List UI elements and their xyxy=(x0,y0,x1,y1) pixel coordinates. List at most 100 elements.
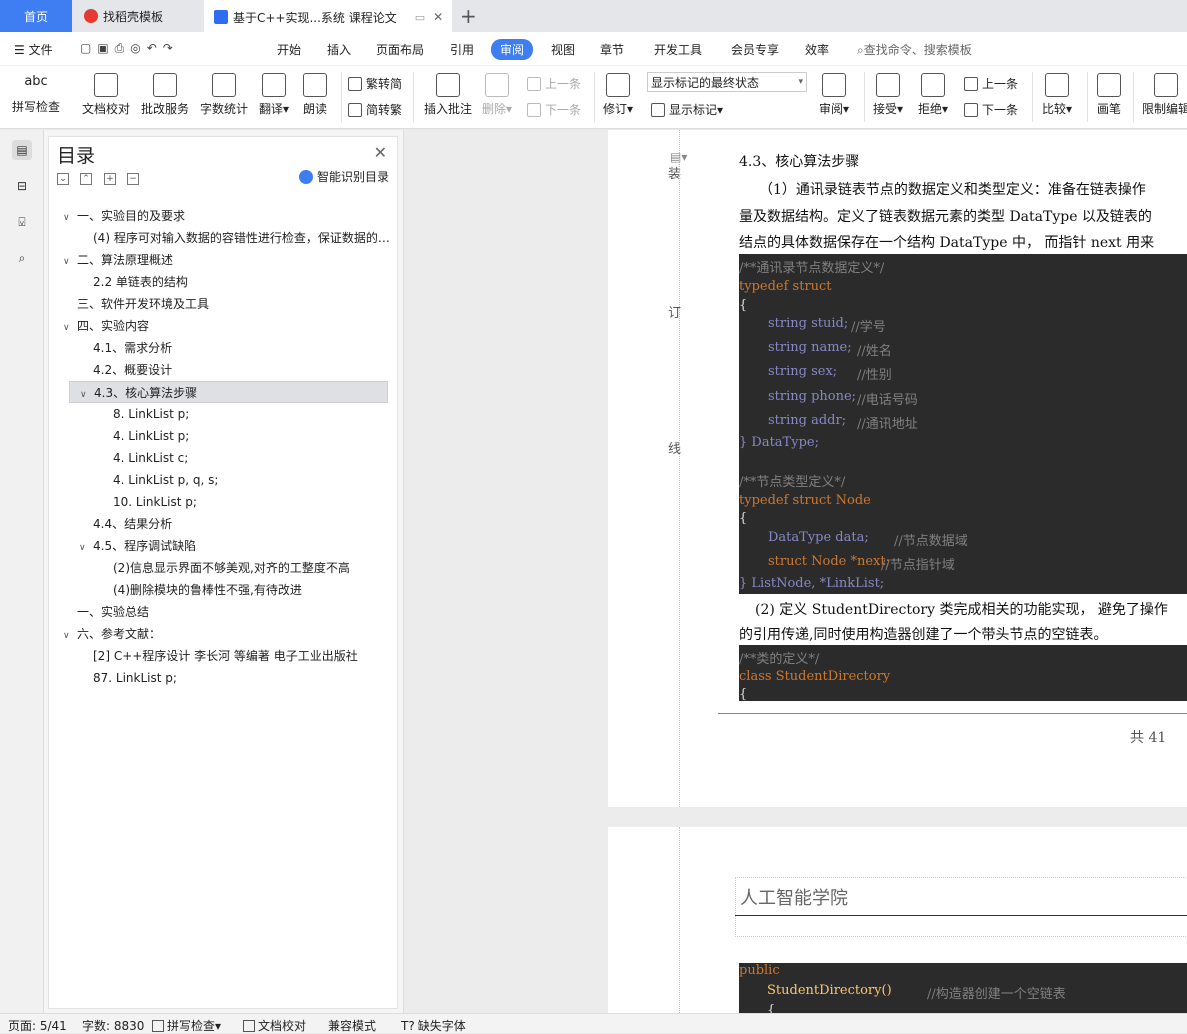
toc-item[interactable]: 2.2 单链表的结构 xyxy=(49,271,397,293)
toc-item[interactable]: ∨ 六、参考文献： xyxy=(49,623,397,645)
next-change-button[interactable]: 下一条 xyxy=(964,101,1018,118)
smart-toc-button[interactable]: 智能识别目录 xyxy=(298,168,389,185)
toc-item[interactable]: 4.1、需求分析 xyxy=(49,337,397,359)
menu-view[interactable]: 视图 xyxy=(551,41,575,58)
word-count-indicator[interactable]: 字数: 8830 xyxy=(82,1017,144,1034)
search-icon[interactable]: ⌕ xyxy=(12,248,32,268)
pen-label: 画笔 xyxy=(1097,102,1122,116)
chevron-down-icon[interactable]: ∨ xyxy=(80,384,94,402)
collapse-all-icon[interactable]: ⌄ xyxy=(57,173,69,185)
menu-member[interactable]: 会员专享 xyxy=(731,41,779,58)
toc-item[interactable]: (4) 程序可对输入数据的容错性进行检查，保证数据的正确性 xyxy=(49,227,397,249)
binding-line xyxy=(679,827,680,1013)
navigation-panel: 目录 ✕ ⌄ ⌃ + − 智能识别目录 ∨ 一、实验目的及要求 (4) 程序可对输入… xyxy=(44,130,404,1013)
toc-item[interactable]: 4. LinkList c; xyxy=(49,447,397,469)
menu-start[interactable]: 开始 xyxy=(277,41,301,58)
remove-heading-icon[interactable]: − xyxy=(127,173,139,185)
menu-developer[interactable]: 开发工具 xyxy=(654,41,702,58)
compat-mode: 兼容模式 xyxy=(328,1019,377,1033)
toc-item[interactable]: ∨ 4.5、程序调试缺陷 xyxy=(49,535,397,557)
show-markup-button[interactable]: 显示标记 ▾ xyxy=(651,101,723,118)
toc-item[interactable]: 4. LinkList p; xyxy=(49,425,397,447)
toc-item[interactable]: ∨ 二、算法原理概述 xyxy=(49,249,397,271)
chevron-down-icon[interactable]: ∨ xyxy=(63,251,77,271)
next-comment-icon xyxy=(527,102,541,117)
document-area: ▤▾ 装 订 线 4.3、核心算法步骤 （1）通讯录链表节点的数据定义和类型定义… xyxy=(404,130,1187,1013)
paragraph-line: 的引用传递,同时使用构造器创建了一个带头节点的空链表。 xyxy=(739,627,1108,643)
word-count-button[interactable]: 字数统计 xyxy=(200,73,248,117)
toc-item[interactable]: 一、实验总结 xyxy=(49,601,397,623)
track-changes-button[interactable]: 修订▾ xyxy=(603,73,633,117)
file-menu[interactable]: ☰ 文件 xyxy=(14,41,53,58)
toc-item[interactable]: 87. LinkList p; xyxy=(49,667,397,689)
status-proofread[interactable]: 文档校对 xyxy=(243,1017,306,1034)
tab-document[interactable]: 基于C++实现...系统 课程论文 ▭ ✕ xyxy=(204,0,452,32)
close-icon[interactable]: ✕ xyxy=(374,143,387,162)
prev-change-button[interactable]: 上一条 xyxy=(964,75,1018,92)
toc-item[interactable]: ∨ 4.3、核心算法步骤 xyxy=(69,381,388,403)
review-pane-label: 审阅 xyxy=(819,102,844,116)
divider xyxy=(1087,72,1088,122)
menu-chapter[interactable]: 章节 xyxy=(600,41,624,58)
trad-to-simp-button[interactable]: 繁转简 xyxy=(348,75,402,92)
chevron-down-icon[interactable]: ∨ xyxy=(63,317,77,337)
command-search[interactable]: ⌕查找命令、搜索模板 xyxy=(857,41,972,58)
toc-item[interactable]: 10. LinkList p; xyxy=(49,491,397,513)
toc-item[interactable]: 三、软件开发环境及工具 xyxy=(49,293,397,315)
chapter-nav-icon[interactable]: ⊟ xyxy=(12,176,32,196)
chevron-down-icon[interactable]: ∨ xyxy=(79,537,93,557)
word-count-icon xyxy=(212,73,236,97)
close-tab-icon[interactable]: ✕ xyxy=(433,10,443,24)
toc-item[interactable]: ∨ 一、实验目的及要求 xyxy=(49,205,397,227)
simp-to-trad-button[interactable]: 简转繁 xyxy=(348,101,402,118)
compare-button[interactable]: 比较▾ xyxy=(1042,73,1072,117)
chevron-down-icon[interactable]: ∨ xyxy=(63,625,77,645)
toc-item[interactable]: 8. LinkList p; xyxy=(49,403,397,425)
toc-item[interactable]: (2)信息显示界面不够美观,对齐的工整度不高 xyxy=(49,557,397,579)
markup-state-select[interactable]: 显示标记的最终状态 ▾ xyxy=(647,72,807,92)
restrict-edit-button[interactable]: 限制编辑 xyxy=(1142,73,1187,117)
quick-access-icons[interactable]: ▢▣⎙◎↶↷ xyxy=(80,41,179,56)
status-spell-check[interactable]: 拼写检查 ▾ xyxy=(152,1017,221,1034)
accept-button[interactable]: 接受▾ xyxy=(873,73,903,117)
code-line: typedef struct xyxy=(739,279,832,294)
missing-font-button[interactable]: T? 缺失字体 xyxy=(401,1017,466,1034)
menu-page-layout[interactable]: 页面布局 xyxy=(376,41,424,58)
toc-item[interactable]: 4.4、结果分析 xyxy=(49,513,397,535)
review-service-button[interactable]: 批改服务 xyxy=(141,73,189,117)
delete-comment-button[interactable]: 删除▾ xyxy=(482,73,512,117)
reject-button[interactable]: 拒绝▾ xyxy=(918,73,948,117)
pin-icon[interactable]: ▭ xyxy=(415,11,425,24)
toc-item[interactable]: [2] C++程序设计 李长河 等编著 电子工业出版社 xyxy=(49,645,397,667)
pen-button[interactable]: 画笔 xyxy=(1097,73,1121,117)
review-pane-button[interactable]: 审阅▾ xyxy=(819,73,849,117)
tab-template-label: 找稻壳模板 xyxy=(103,9,164,24)
code-block: /**通讯录节点数据定义*/ typedef struct { string s… xyxy=(739,254,1187,594)
binding-line xyxy=(679,130,680,807)
next-comment-button[interactable]: 下一条 xyxy=(527,101,581,118)
spell-check-button[interactable]: abc 拼写检查 xyxy=(12,71,60,115)
add-heading-icon[interactable]: + xyxy=(104,173,116,185)
toc-panel-icon[interactable]: ▤ xyxy=(12,140,32,160)
toc-item[interactable]: 4.2、概要设计 xyxy=(49,359,397,381)
expand-up-icon[interactable]: ⌃ xyxy=(80,173,92,185)
toc-item[interactable]: (4)删除模块的鲁棒性不强,有待改进 xyxy=(49,579,397,601)
tab-home[interactable]: 首页 xyxy=(0,0,72,32)
menu-reference[interactable]: 引用 xyxy=(450,41,474,58)
menu-review[interactable]: 审阅 xyxy=(491,39,534,60)
menu-insert[interactable]: 插入 xyxy=(327,41,351,58)
proofread-button[interactable]: 文档校对 xyxy=(82,73,130,117)
toc-item[interactable]: 4. LinkList p, q, s; xyxy=(49,469,397,491)
insert-comment-button[interactable]: 插入批注 xyxy=(424,73,472,117)
code-line: { xyxy=(767,1003,776,1013)
page-indicator[interactable]: 页面: 5/41 xyxy=(8,1017,67,1034)
read-aloud-button[interactable]: 朗读 xyxy=(303,73,327,117)
chevron-down-icon[interactable]: ∨ xyxy=(63,207,77,227)
prev-comment-button[interactable]: 上一条 xyxy=(527,75,581,92)
translate-button[interactable]: 翻译▾ xyxy=(259,73,289,117)
tab-template[interactable]: 找稻壳模板 xyxy=(74,0,204,32)
bookmark-icon[interactable]: ⍌ xyxy=(12,212,32,232)
new-tab-button[interactable]: + xyxy=(460,4,477,28)
menu-efficiency[interactable]: 效率 xyxy=(805,41,829,58)
toc-item[interactable]: ∨ 四、实验内容 xyxy=(49,315,397,337)
